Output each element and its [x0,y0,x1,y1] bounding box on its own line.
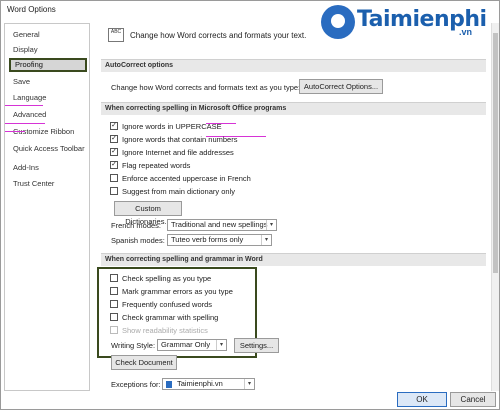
chevron-down-icon: ▾ [266,220,276,230]
check-document-button[interactable]: Check Document [111,355,177,370]
exceptions-label: Exceptions for: [111,380,161,389]
autocorrect-section-header: AutoCorrect options [101,59,486,72]
sidebar-item-advanced[interactable]: Advanced [9,108,87,122]
sidebar: General Display Proofing Save Language A… [4,23,90,391]
ignore-uppercase-checkbox[interactable]: ✓ [110,122,118,130]
mark-grammar-errors-label: Mark grammar errors as you type [122,287,233,296]
suggest-main-dictionary-checkbox[interactable] [110,187,118,195]
exceptions-select[interactable]: Taimienphi.vn ▾ [162,378,255,390]
writing-style-select[interactable]: Grammar Only ▾ [157,339,227,351]
chevron-down-icon: ▾ [216,340,226,350]
vertical-scrollbar[interactable] [491,23,499,391]
chevron-down-icon: ▾ [244,379,254,389]
mark-grammar-errors-checkbox[interactable] [110,287,118,295]
sidebar-item-add-ins[interactable]: Add-Ins [9,161,87,175]
sidebar-item-save[interactable]: Save [9,75,87,89]
abc-check-icon: ABC [108,28,124,42]
autocorrect-description: Change how Word corrects and formats tex… [111,83,301,92]
check-grammar-with-spelling-label: Check grammar with spelling [122,313,219,322]
frequently-confused-words-label: Frequently confused words [122,300,213,309]
chevron-down-icon: ▾ [261,235,271,245]
frequently-confused-words-checkbox[interactable] [110,300,118,308]
exceptions-value: Taimienphi.vn [176,379,223,388]
word-options-dialog: Word Options Taimienphi .vn General Disp… [0,0,500,410]
check-spelling-as-you-type-label: Check spelling as you type [122,274,212,283]
flag-repeated-words-label: Flag repeated words [122,161,191,170]
ignore-uppercase-label: Ignore words in UPPERCASE [122,122,222,131]
window-title: Word Options [7,5,56,14]
show-readability-statistics-checkbox [110,326,118,334]
suggest-main-dictionary-label: Suggest from main dictionary only [122,187,235,196]
spanish-modes-value: Tuteo verb forms only [171,235,244,244]
settings-button[interactable]: Settings... [234,338,279,353]
sidebar-item-trust-center[interactable]: Trust Center [9,177,87,191]
french-modes-select[interactable]: Traditional and new spellings ▾ [167,219,277,231]
annotation-line [5,105,43,106]
french-modes-label: French modes: [111,221,162,230]
writing-style-value: Grammar Only [161,340,211,349]
annotation-line [5,131,25,132]
panel-description: Change how Word corrects and formats you… [130,31,307,40]
document-icon [166,380,172,388]
proofing-panel: ABC Change how Word corrects and formats… [94,23,490,391]
scrollbar-thumb[interactable] [493,33,498,273]
sidebar-item-quick-access-toolbar[interactable]: Quick Access Toolbar [9,142,87,156]
word-spelling-section-header: When correcting spelling and grammar in … [101,253,486,266]
flag-repeated-words-checkbox[interactable]: ✓ [110,161,118,169]
show-readability-statistics-label: Show readability statistics [122,326,208,335]
check-spelling-as-you-type-checkbox[interactable] [110,274,118,282]
sidebar-item-customize-ribbon[interactable]: Customize Ribbon [9,125,87,139]
ignore-numbers-label: Ignore words that contain numbers [122,135,238,144]
spanish-modes-select[interactable]: Tuteo verb forms only ▾ [167,234,272,246]
writing-style-label: Writing Style: [111,341,156,350]
autocorrect-options-button[interactable]: AutoCorrect Options... [299,79,383,94]
enforce-accented-uppercase-label: Enforce accented uppercase in French [122,174,251,183]
custom-dictionaries-button[interactable]: Custom Dictionaries... [114,201,182,226]
cancel-button[interactable]: Cancel [450,392,496,407]
ignore-numbers-checkbox[interactable]: ✓ [110,135,118,143]
sidebar-item-proofing[interactable]: Proofing [9,58,87,72]
office-spelling-section-header: When correcting spelling in Microsoft Of… [101,102,486,115]
sidebar-item-display[interactable]: Display [9,43,87,57]
enforce-accented-uppercase-checkbox[interactable] [110,174,118,182]
check-grammar-with-spelling-checkbox[interactable] [110,313,118,321]
ignore-internet-addresses-label: Ignore Internet and file addresses [122,148,234,157]
sidebar-item-language[interactable]: Language [9,91,87,105]
ignore-internet-addresses-checkbox[interactable]: ✓ [110,148,118,156]
ok-button[interactable]: OK [397,392,447,407]
sidebar-item-general[interactable]: General [9,28,87,42]
french-modes-value: Traditional and new spellings [171,220,268,229]
spanish-modes-label: Spanish modes: [111,236,165,245]
annotation-line [5,123,45,124]
